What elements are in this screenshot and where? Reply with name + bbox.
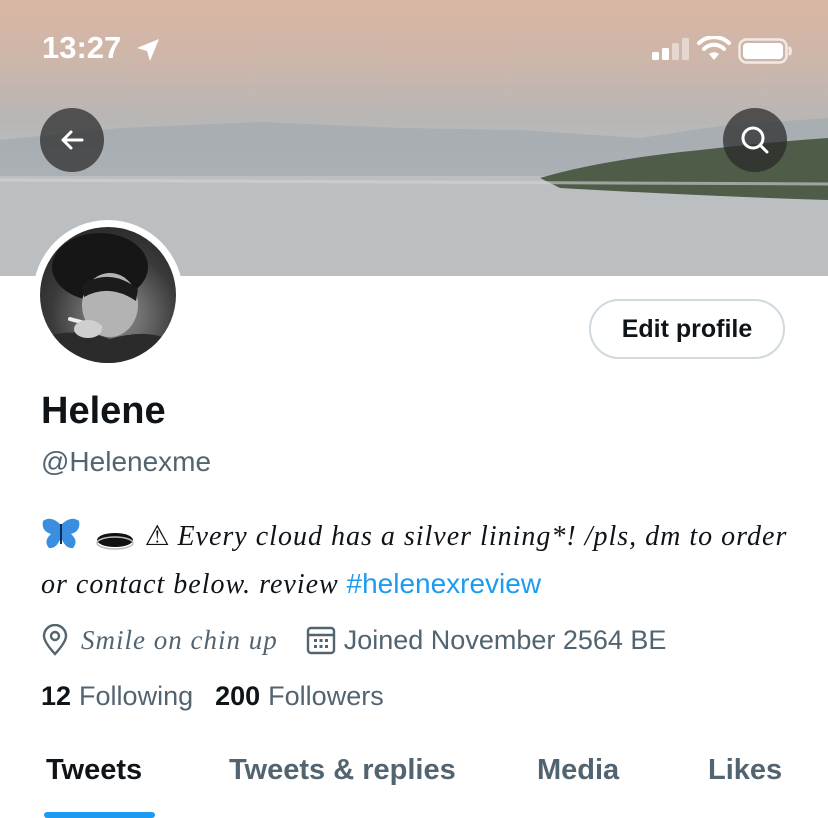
status-time: 13:27 <box>42 30 122 65</box>
joined-date: Joined November 2564 BE <box>343 624 667 655</box>
avatar-image <box>40 227 176 363</box>
location-icon <box>42 624 68 656</box>
hole-icon <box>96 533 134 550</box>
followers-count: 200 <box>215 681 261 711</box>
profile-tabs: Tweets Tweets & replies Media Likes <box>0 742 828 818</box>
profile-avatar[interactable] <box>33 220 183 370</box>
profile-handle: @Helenexme <box>41 446 212 477</box>
following-count: 12 <box>41 681 72 711</box>
back-arrow-icon <box>61 130 84 150</box>
tab-tweets[interactable]: Tweets <box>46 754 142 787</box>
following-link[interactable]: 12 Following <box>41 681 193 712</box>
active-tab-indicator <box>44 812 155 818</box>
butterfly-icon <box>42 518 80 549</box>
followers-label: Followers <box>268 681 384 711</box>
following-label: Following <box>79 681 194 711</box>
status-bar: 13:27 <box>0 0 828 96</box>
tab-media[interactable]: Media <box>537 754 619 787</box>
followers-link[interactable]: 200 Followers <box>215 681 384 712</box>
tab-likes[interactable]: Likes <box>708 754 782 787</box>
tab-tweets-replies[interactable]: Tweets & replies <box>229 754 456 787</box>
wifi-icon <box>697 36 731 60</box>
profile-bio: ⚠ Every cloud has a silver lining*! /pls… <box>41 512 801 608</box>
calendar-icon <box>306 626 335 655</box>
profile-location: Smile on chin up <box>81 624 278 655</box>
warning-icon: ⚠ <box>144 520 170 551</box>
profile-name: Helene <box>41 390 166 432</box>
cellular-signal-icon <box>652 38 689 60</box>
back-button[interactable] <box>40 108 104 172</box>
edit-profile-button[interactable]: Edit profile <box>589 299 785 359</box>
search-icon <box>741 126 769 154</box>
battery-icon <box>738 38 792 64</box>
follow-stats: 12 Following 200 Followers <box>41 681 384 712</box>
location-services-icon <box>137 39 159 61</box>
search-button[interactable] <box>723 108 787 172</box>
profile-meta: Smile on chin up Joined November 2564 BE <box>41 622 666 658</box>
bio-hashtag-link[interactable]: #helenexreview <box>347 568 542 599</box>
